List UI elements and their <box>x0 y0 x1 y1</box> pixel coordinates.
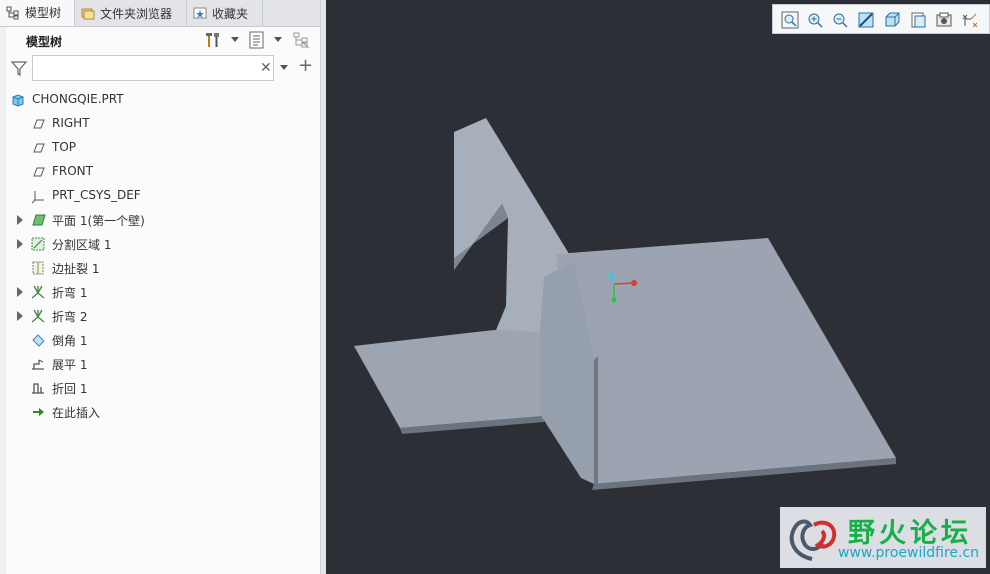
search-dropdown-icon[interactable] <box>280 65 288 70</box>
tree-item-flat-wall[interactable]: 平面 1(第一个壁) <box>6 209 320 231</box>
funnel-icon[interactable] <box>10 59 28 77</box>
split-area-icon <box>31 237 45 251</box>
left-panel: 模型树 文件夹浏览器 收藏夹 模型树 ✕ + CHONGQIE.PRT RIGH… <box>0 0 326 574</box>
datum-plane-icon <box>33 167 45 177</box>
insert-here-icon <box>33 408 44 416</box>
tree-icon <box>6 6 19 19</box>
settings-dropdown-icon[interactable] <box>274 37 282 42</box>
expand-arrow-icon[interactable] <box>17 239 23 249</box>
tree-item-front[interactable]: FRONT <box>6 161 320 183</box>
panel-title: 模型树 <box>26 35 63 49</box>
graphics-viewport[interactable]: 野火论坛 www.proewildfire.cn <box>326 0 990 574</box>
tree-item-top[interactable]: TOP <box>6 137 320 159</box>
flat-wall-icon <box>32 214 46 226</box>
expand-arrow-icon[interactable] <box>17 215 23 225</box>
bend-icon <box>31 309 45 323</box>
tree-item-label: TOP <box>52 140 77 154</box>
tree-item-csys[interactable]: PRT_CSYS_DEF <box>6 185 320 207</box>
clear-icon[interactable]: ✕ <box>260 60 272 76</box>
tree-item-label: CHONGQIE.PRT <box>32 92 124 106</box>
view-toolbar <box>772 4 990 34</box>
datum-plane-icon <box>33 119 45 129</box>
datum-plane-icon <box>33 143 45 153</box>
tree-item-insert-here[interactable]: 在此插入 <box>6 401 320 423</box>
chamfer-icon <box>32 334 45 347</box>
tab-label: 模型树 <box>25 6 62 20</box>
tree-item-unbend[interactable]: 展平 1 <box>6 353 320 375</box>
tree-item-label: PRT_CSYS_DEF <box>52 188 141 202</box>
part-model[interactable] <box>326 0 990 574</box>
tab-folder-browser[interactable]: 文件夹浏览器 <box>75 0 187 26</box>
zoom-out-icon[interactable] <box>831 11 849 29</box>
unbend-icon <box>32 359 44 370</box>
favorites-icon <box>193 7 207 19</box>
tree-filter-icon[interactable] <box>292 31 310 49</box>
tree-item-label: 倒角 1 <box>52 334 88 348</box>
saved-views-icon[interactable] <box>909 11 927 29</box>
model-tree-panel: 模型树 ✕ + CHONGQIE.PRT RIGHT TOP FRONT PRT… <box>6 27 320 574</box>
tools-dropdown-icon[interactable] <box>231 37 239 42</box>
tree-item-label: 分割区域 1 <box>52 238 112 252</box>
tree-item-split-area[interactable]: 分割区域 1 <box>6 233 320 255</box>
tree-item-right[interactable]: RIGHT <box>6 113 320 135</box>
tab-model-tree[interactable]: 模型树 <box>0 0 75 26</box>
tree-item-label: FRONT <box>52 164 93 178</box>
tree-item-label: 边扯裂 1 <box>52 262 100 276</box>
navigator-tabs: 模型树 文件夹浏览器 收藏夹 <box>0 0 326 27</box>
tree-item-label: 折弯 2 <box>52 310 88 324</box>
tree-item-label: 平面 1(第一个壁) <box>52 214 145 228</box>
expand-arrow-icon[interactable] <box>17 287 23 297</box>
datum-display-icon[interactable] <box>961 11 979 29</box>
zoom-fit-icon[interactable] <box>781 11 799 29</box>
tree-item-chamfer[interactable]: 倒角 1 <box>6 329 320 351</box>
tree-item-part[interactable]: CHONGQIE.PRT <box>6 89 320 111</box>
expand-arrow-icon[interactable] <box>17 311 23 321</box>
search-input[interactable] <box>32 55 274 81</box>
tab-label: 收藏夹 <box>212 6 249 21</box>
tree-item-bend-1[interactable]: 折弯 1 <box>6 281 320 303</box>
part-icon <box>12 94 24 107</box>
folder-icon <box>81 8 95 20</box>
forum-watermark: 野火论坛 www.proewildfire.cn <box>780 507 986 568</box>
zoom-in-icon[interactable] <box>806 11 824 29</box>
add-icon[interactable]: + <box>298 55 313 76</box>
repaint-icon[interactable] <box>857 11 875 29</box>
bend-icon <box>31 285 45 299</box>
tree-item-bend-back[interactable]: 折回 1 <box>6 377 320 399</box>
tree-item-edge-rip[interactable]: 边扯裂 1 <box>6 257 320 279</box>
forum-logo-icon <box>789 519 837 561</box>
tree-item-label: 折弯 1 <box>52 286 88 300</box>
tree-item-label: 展平 1 <box>52 358 88 372</box>
csys-icon <box>31 191 44 204</box>
tree-item-label: 折回 1 <box>52 382 88 396</box>
settings-list-icon[interactable] <box>248 31 266 49</box>
tree-item-bend-2[interactable]: 折弯 2 <box>6 305 320 327</box>
model-tree-header: 模型树 <box>6 27 320 53</box>
edge-rip-icon <box>32 261 44 275</box>
view-manager-icon[interactable] <box>935 11 953 29</box>
tab-favorites[interactable]: 收藏夹 <box>187 0 263 26</box>
display-style-icon[interactable] <box>883 11 901 29</box>
tree-item-label: 在此插入 <box>52 406 101 420</box>
tools-icon[interactable] <box>204 31 222 49</box>
search-row: ✕ + <box>6 55 320 85</box>
watermark-url: www.proewildfire.cn <box>838 545 980 561</box>
tree-item-label: RIGHT <box>52 116 90 130</box>
tab-label: 文件夹浏览器 <box>100 6 173 21</box>
bend-back-icon <box>32 383 44 394</box>
